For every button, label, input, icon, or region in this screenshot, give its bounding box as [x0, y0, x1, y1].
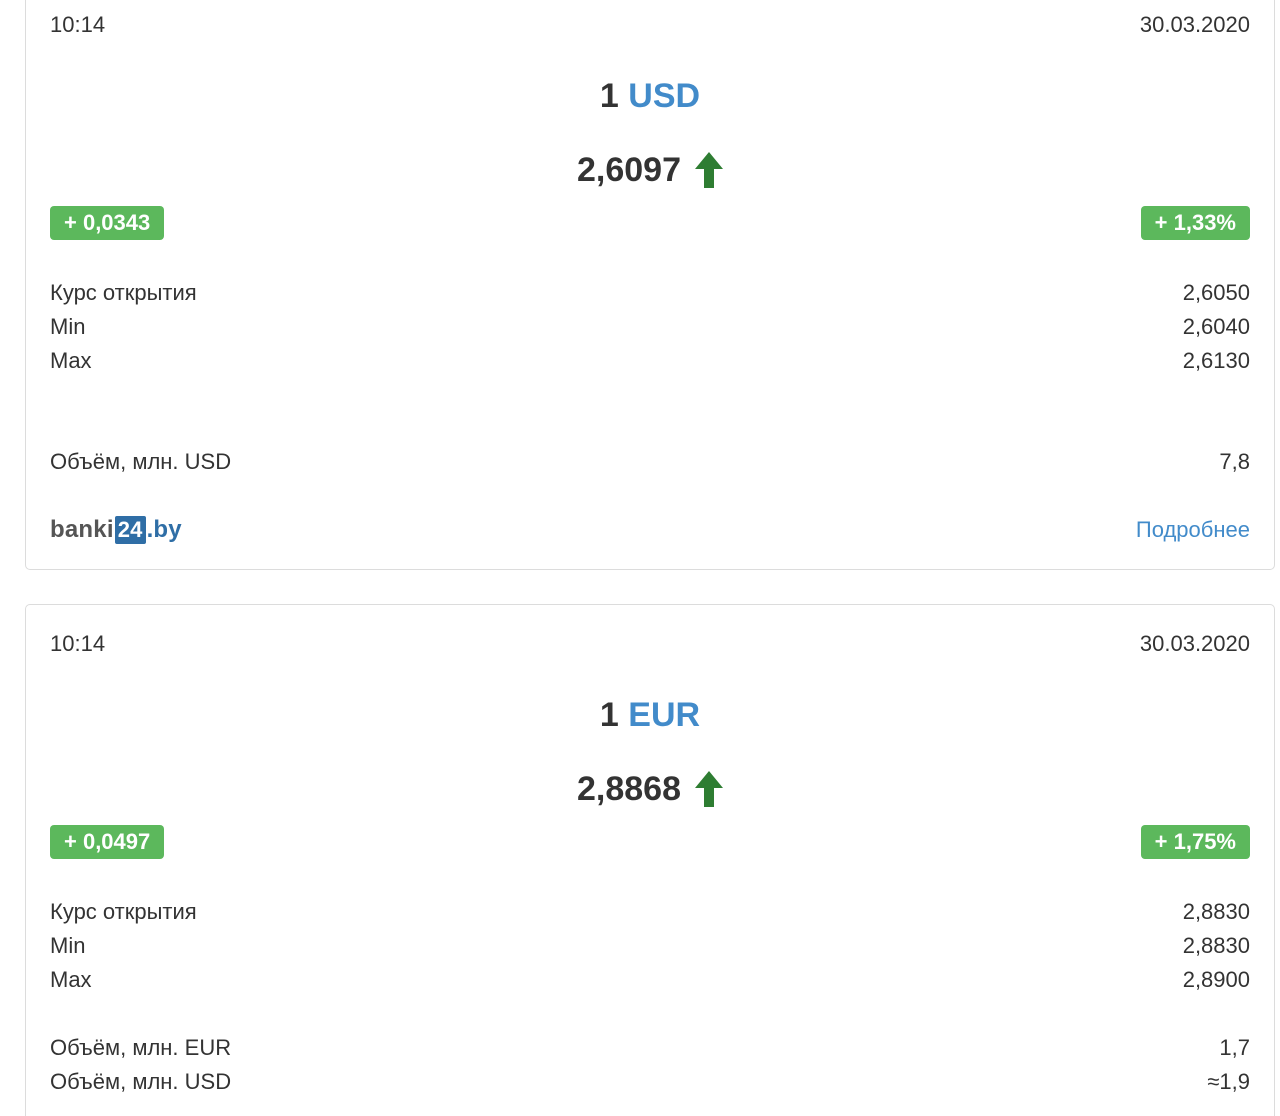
time-label: 10:14: [50, 631, 106, 656]
change-abs-badge: + 0,0497: [50, 825, 165, 859]
logo-number: 24: [114, 516, 146, 544]
time-label: 10:14: [50, 12, 106, 37]
rate-card-usd: 10:14 30.03.2020 1 USD 2,6097 + 0,0343 +…: [25, 0, 1275, 570]
stat-label: Курс открытия: [50, 280, 197, 305]
rate-card-eur: 10:14 30.03.2020 1 EUR 2,8868 + 0,0497 +…: [25, 604, 1275, 1116]
stat-label: Max: [50, 967, 92, 992]
amount-label: 1: [599, 77, 619, 115]
stat-label: Max: [50, 348, 92, 373]
rate-line: 2,6097: [26, 148, 1274, 192]
change-row: + 0,0497 + 1,75%: [50, 825, 1250, 859]
amount-label: 1: [599, 696, 619, 734]
volume-value: 7,8: [1219, 449, 1250, 474]
change-pct-badge: + 1,75%: [1140, 825, 1250, 859]
stat-value: 2,8830: [1182, 933, 1250, 958]
stat-row: Курс открытия 2,8830: [50, 897, 1250, 927]
rate-value: 2,8868: [577, 770, 681, 808]
stat-value: 2,6050: [1182, 280, 1250, 305]
change-pct-badge: + 1,33%: [1140, 206, 1250, 240]
card-header: 10:14 30.03.2020: [50, 10, 1250, 40]
change-abs-badge: + 0,0343: [50, 206, 165, 240]
stat-value: 2,8830: [1182, 899, 1250, 924]
stat-value: 2,6130: [1182, 348, 1250, 373]
currency-title: 1 USD: [26, 74, 1274, 118]
currency-code: USD: [628, 77, 701, 115]
volume-row: Объём, млн. USD 7,8: [50, 447, 1250, 477]
volume-row: Объём, млн. EUR 1,7: [50, 1033, 1250, 1063]
stat-label: Курс открытия: [50, 899, 197, 924]
stat-row: Min 2,8830: [50, 931, 1250, 961]
stat-row: Курс открытия 2,6050: [50, 278, 1250, 308]
volume-value: 1,7: [1219, 1035, 1250, 1060]
more-link[interactable]: Подробнее: [1136, 515, 1250, 545]
logo-suffix: .by: [146, 516, 182, 543]
volume-row: Объём, млн. USD ≈1,9: [50, 1067, 1250, 1097]
stat-value: 2,6040: [1182, 314, 1250, 339]
logo-prefix: banki: [50, 516, 114, 543]
rate-value: 2,6097: [577, 151, 681, 189]
card-header: 10:14 30.03.2020: [50, 629, 1250, 659]
arrow-up-icon: [695, 152, 723, 188]
volume-label: Объём, млн. USD: [50, 449, 232, 474]
arrow-up-icon: [695, 771, 723, 807]
currency-code: EUR: [628, 696, 701, 734]
volume-value: ≈1,9: [1207, 1069, 1250, 1094]
page: 10:14 30.03.2020 1 USD 2,6097 + 0,0343 +…: [0, 0, 1280, 1116]
stat-value: 2,8900: [1182, 967, 1250, 992]
stat-label: Min: [50, 933, 86, 958]
rate-line: 2,8868: [26, 767, 1274, 811]
volume-label: Объём, млн. EUR: [50, 1035, 232, 1060]
stat-row: Min 2,6040: [50, 312, 1250, 342]
card-footer: banki 24 .by Подробнее: [50, 515, 1250, 545]
change-row: + 0,0343 + 1,33%: [50, 206, 1250, 240]
currency-title: 1 EUR: [26, 693, 1274, 737]
date-label: 30.03.2020: [1139, 631, 1250, 656]
date-label: 30.03.2020: [1139, 12, 1250, 37]
stat-row: Max 2,8900: [50, 965, 1250, 995]
volume-label: Объём, млн. USD: [50, 1069, 232, 1094]
banki24-logo[interactable]: banki 24 .by: [50, 515, 182, 545]
stat-label: Min: [50, 314, 86, 339]
stat-row: Max 2,6130: [50, 346, 1250, 376]
